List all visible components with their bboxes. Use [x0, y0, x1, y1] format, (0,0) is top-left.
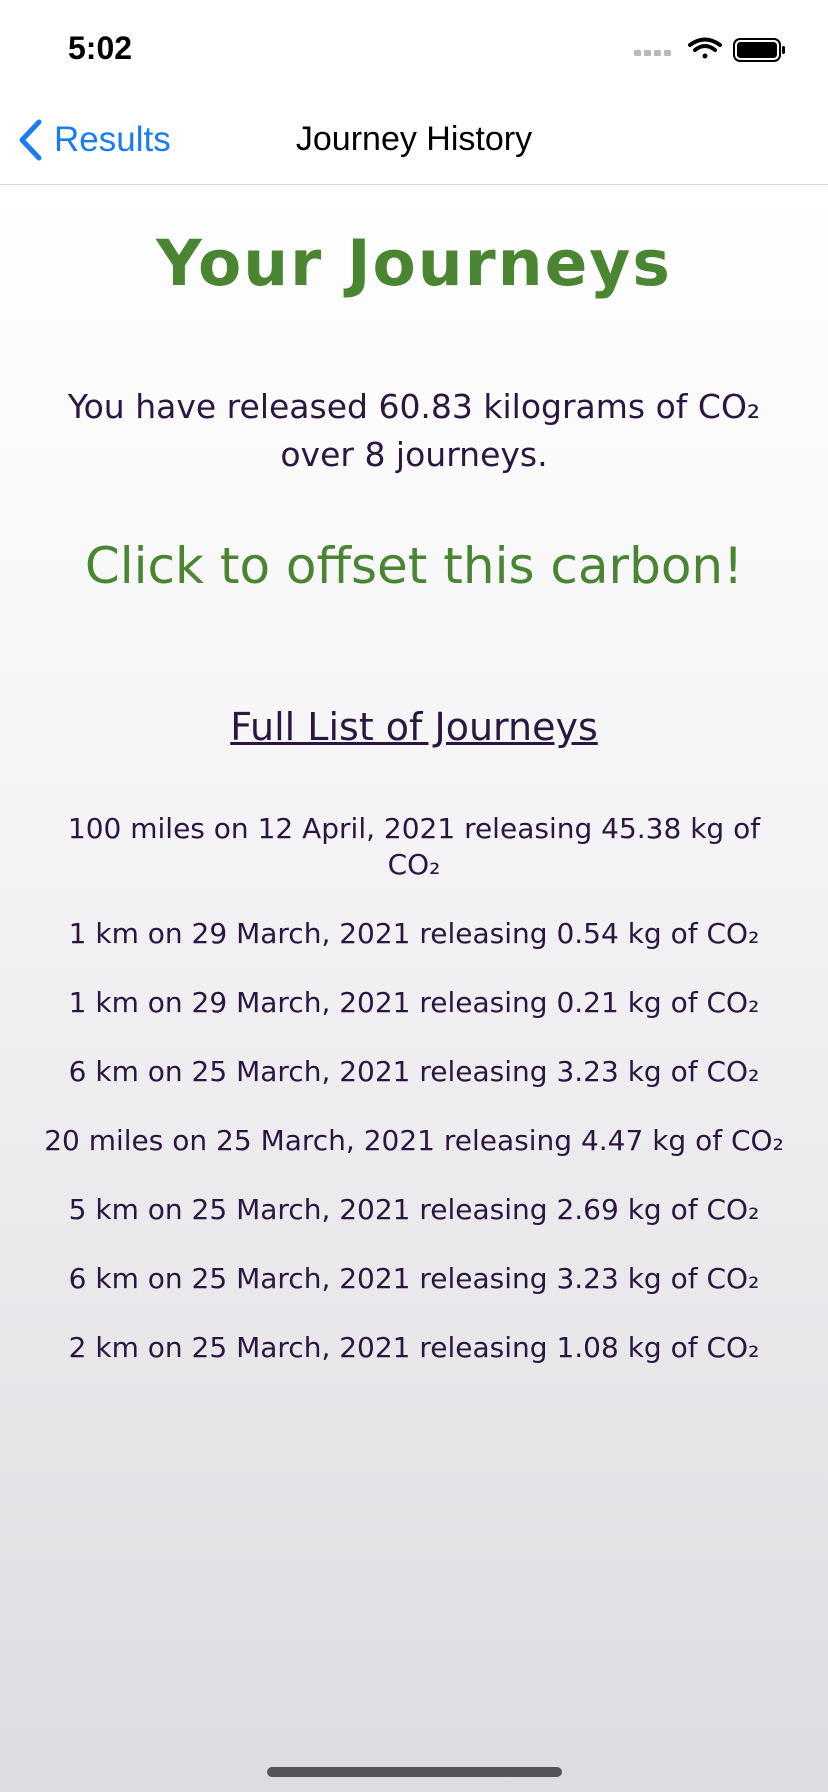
- journeys-content: Your Journeys You have released 60.83 ki…: [0, 185, 828, 1792]
- page-title: Your Journeys: [156, 227, 672, 300]
- journey-list-heading: Full List of Journeys: [230, 705, 598, 749]
- home-indicator[interactable]: [267, 1767, 562, 1777]
- list-item: 100 miles on 12 April, 2021 releasing 45…: [67, 812, 761, 881]
- list-item: 1 km on 29 March, 2021 releasing 0.54 kg…: [68, 917, 760, 950]
- nav-title: Journey History: [295, 120, 533, 158]
- list-item: 5 km on 25 March, 2021 releasing 2.69 kg…: [68, 1193, 760, 1226]
- status-bar: 5:02: [0, 0, 828, 96]
- list-item: 6 km on 25 March, 2021 releasing 3.23 kg…: [68, 1055, 760, 1088]
- status-icons: [634, 37, 785, 62]
- offset-carbon-button[interactable]: Click to offset this carbon!: [0, 537, 828, 595]
- list-item: 2 km on 25 March, 2021 releasing 1.08 kg…: [68, 1331, 760, 1364]
- cellular-signal-icon: [634, 50, 671, 56]
- status-time: 5:02: [68, 30, 133, 66]
- list-item: 6 km on 25 March, 2021 releasing 3.23 kg…: [68, 1262, 760, 1295]
- navigation-bar: Results Journey History: [0, 96, 828, 185]
- list-item: 20 miles on 25 March, 2021 releasing 4.4…: [44, 1124, 784, 1157]
- battery-icon: [733, 38, 785, 62]
- journey-list: 100 miles on 12 April, 2021 releasing 45…: [30, 811, 798, 1399]
- list-item: 1 km on 29 March, 2021 releasing 0.21 kg…: [68, 986, 760, 1019]
- emissions-summary: You have released 60.83 kilograms of CO₂…: [40, 383, 788, 479]
- summary-line-total: You have released 60.83 kilograms of CO₂: [67, 387, 761, 426]
- wifi-icon: [688, 37, 722, 59]
- summary-line-journeys: over 8 journeys.: [280, 435, 548, 474]
